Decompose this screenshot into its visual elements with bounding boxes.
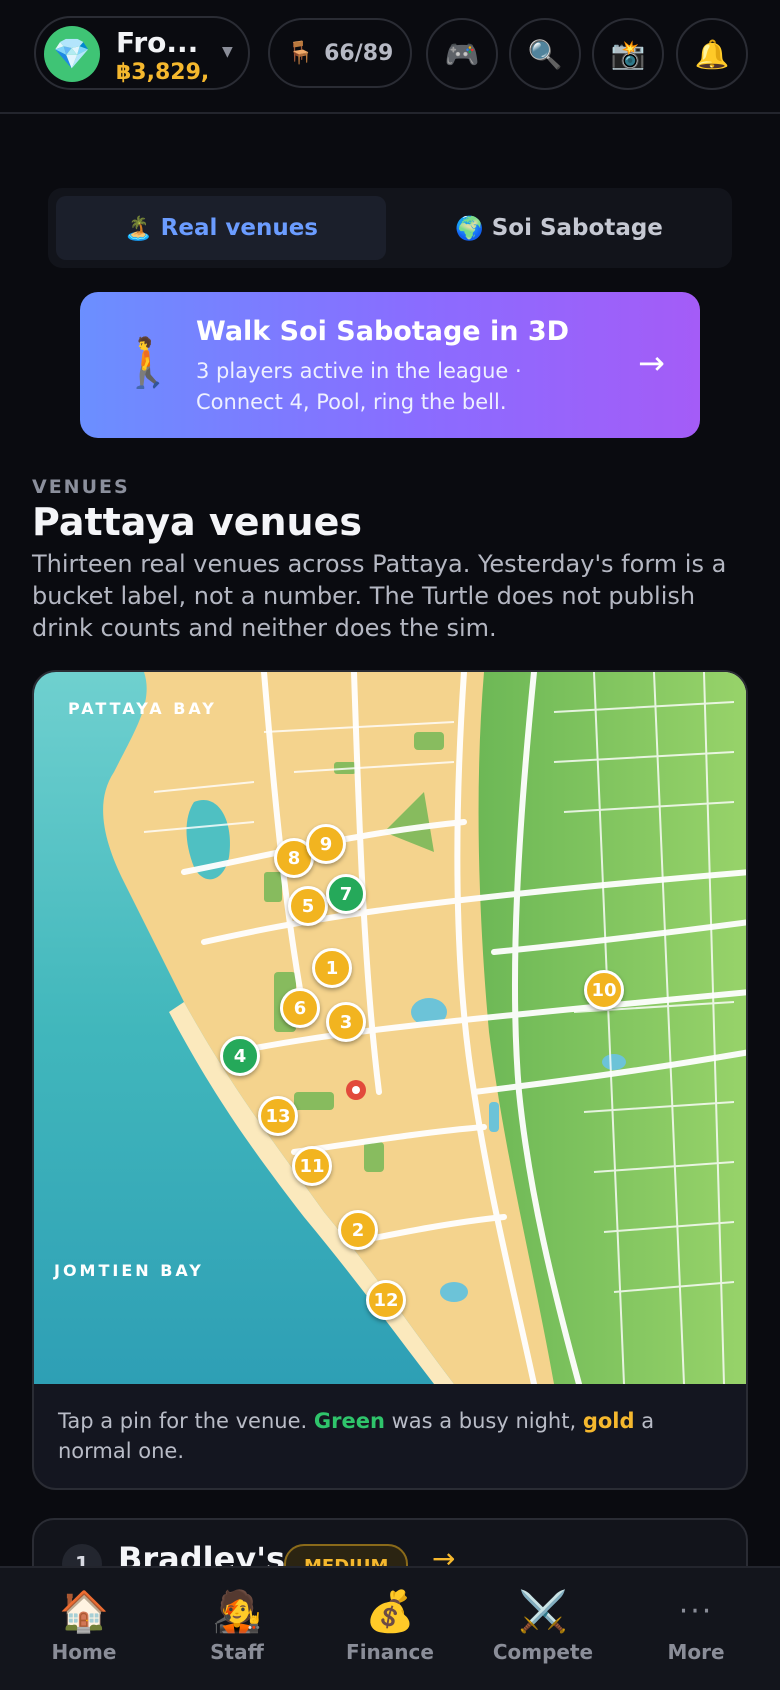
venue-pin-9[interactable]: 9 bbox=[306, 824, 346, 864]
more-dots-icon: ··· bbox=[678, 1594, 714, 1629]
nav-label: Home bbox=[51, 1640, 117, 1664]
crossed-swords-icon: ⚔️ bbox=[518, 1589, 568, 1635]
banner-title: Walk Soi Sabotage in 3D bbox=[196, 316, 570, 347]
walking-person-icon: 🚶 bbox=[118, 335, 178, 391]
walk-3d-banner[interactable]: 🚶 Walk Soi Sabotage in 3D 3 players acti… bbox=[80, 292, 700, 438]
island-icon: 🏝️ bbox=[124, 215, 153, 242]
games-button[interactable]: 🎮 bbox=[426, 18, 498, 90]
caption-gold-word: gold bbox=[582, 1409, 635, 1433]
gamepad-icon: 🎮 bbox=[444, 37, 480, 71]
banner-subtitle: 3 players active in the league · Connect… bbox=[196, 359, 522, 414]
nav-label: Compete bbox=[492, 1640, 594, 1664]
venue-pin-6[interactable]: 6 bbox=[280, 988, 320, 1028]
pattaya-bay-label: PATTAYA BAY bbox=[68, 699, 217, 718]
nav-label: More bbox=[667, 1640, 725, 1664]
venue-pin-13[interactable]: 13 bbox=[258, 1096, 298, 1136]
venue-pin-11[interactable]: 11 bbox=[292, 1146, 332, 1186]
venue-pin-2[interactable]: 2 bbox=[338, 1210, 378, 1250]
seats-value: 66/89 bbox=[324, 40, 394, 66]
venue-pin-4[interactable]: 4 bbox=[220, 1036, 260, 1076]
jomtien-bay-label: JOMTIEN BAY bbox=[53, 1261, 204, 1280]
tab-soi-sabotage[interactable]: 🌍 Soi Sabotage bbox=[394, 196, 724, 260]
nav-compete[interactable]: ⚔️ Compete bbox=[473, 1590, 613, 1664]
venue-pin-5[interactable]: 5 bbox=[288, 886, 328, 926]
seats-counter[interactable]: 🪑 66/89 bbox=[268, 18, 412, 88]
home-icon: 🏠 bbox=[59, 1589, 109, 1635]
profile-switcher[interactable]: 💎 Fro... ฿3,829, ▼ bbox=[34, 16, 250, 90]
top-bar: 💎 Fro... ฿3,829, ▼ 🪑 66/89 🎮 🔍 📸 🔔 bbox=[0, 0, 780, 114]
arrow-right-icon: → bbox=[638, 344, 665, 382]
camera-button[interactable]: 📸 bbox=[592, 18, 664, 90]
chevron-down-icon: ▼ bbox=[222, 44, 233, 60]
camera-icon: 📸 bbox=[610, 37, 646, 71]
nav-more[interactable]: ··· More bbox=[626, 1590, 766, 1664]
globe-icon: 🌍 bbox=[455, 215, 484, 242]
map-caption: Tap a pin for the venue. Green was a bus… bbox=[58, 1406, 718, 1466]
tab-real-venues[interactable]: 🏝️ Real venues bbox=[56, 196, 386, 260]
page-title: Pattaya venues bbox=[32, 500, 362, 544]
venue-mode-tabs: 🏝️ Real venues 🌍 Soi Sabotage bbox=[48, 188, 732, 268]
money-bag-icon: 💰 bbox=[365, 1589, 415, 1635]
profile-name: Fro... bbox=[116, 26, 199, 59]
tab-label: Soi Sabotage bbox=[491, 215, 663, 241]
caption-text: Tap a pin for the venue. bbox=[58, 1409, 314, 1433]
search-icon: 🔍 bbox=[527, 37, 563, 71]
balance-display: ฿3,829, bbox=[116, 60, 210, 85]
nav-label: Finance bbox=[346, 1640, 434, 1664]
nav-label: Staff bbox=[210, 1640, 264, 1664]
search-button[interactable]: 🔍 bbox=[509, 18, 581, 90]
venue-pin-10[interactable]: 10 bbox=[584, 970, 624, 1010]
pattaya-map[interactable]: PATTAYA BAY JOMTIEN BAY bbox=[34, 672, 748, 1384]
bell-icon: 🔔 bbox=[694, 37, 730, 71]
venue-pin-12[interactable]: 12 bbox=[366, 1280, 406, 1320]
venue-pin-1[interactable]: 1 bbox=[312, 948, 352, 988]
caption-green-word: Green bbox=[313, 1409, 385, 1433]
section-kicker: VENUES bbox=[32, 476, 130, 498]
venue-pin-3[interactable]: 3 bbox=[326, 1002, 366, 1042]
nav-finance[interactable]: 💰 Finance bbox=[320, 1590, 460, 1664]
caption-text: was a busy night, bbox=[384, 1409, 583, 1433]
chair-icon: 🪑 bbox=[286, 40, 315, 66]
venue-pin-7[interactable]: 7 bbox=[326, 874, 366, 914]
gem-icon: 💎 bbox=[44, 26, 100, 82]
nav-home[interactable]: 🏠 Home bbox=[14, 1590, 154, 1664]
staff-icon: 🧑‍🎤 bbox=[212, 1589, 262, 1635]
section-description: Thirteen real venues across Pattaya. Yes… bbox=[32, 550, 727, 642]
tab-label: Real venues bbox=[160, 215, 318, 241]
bottom-nav: 🏠 Home 🧑‍🎤 Staff 💰 Finance ⚔️ Compete ··… bbox=[0, 1566, 780, 1690]
notifications-button[interactable]: 🔔 bbox=[676, 18, 748, 90]
nav-staff[interactable]: 🧑‍🎤 Staff bbox=[167, 1590, 307, 1664]
venue-map-card: PATTAYA BAY JOMTIEN BAY 1 2 3 4 5 6 7 8 … bbox=[32, 670, 748, 1490]
